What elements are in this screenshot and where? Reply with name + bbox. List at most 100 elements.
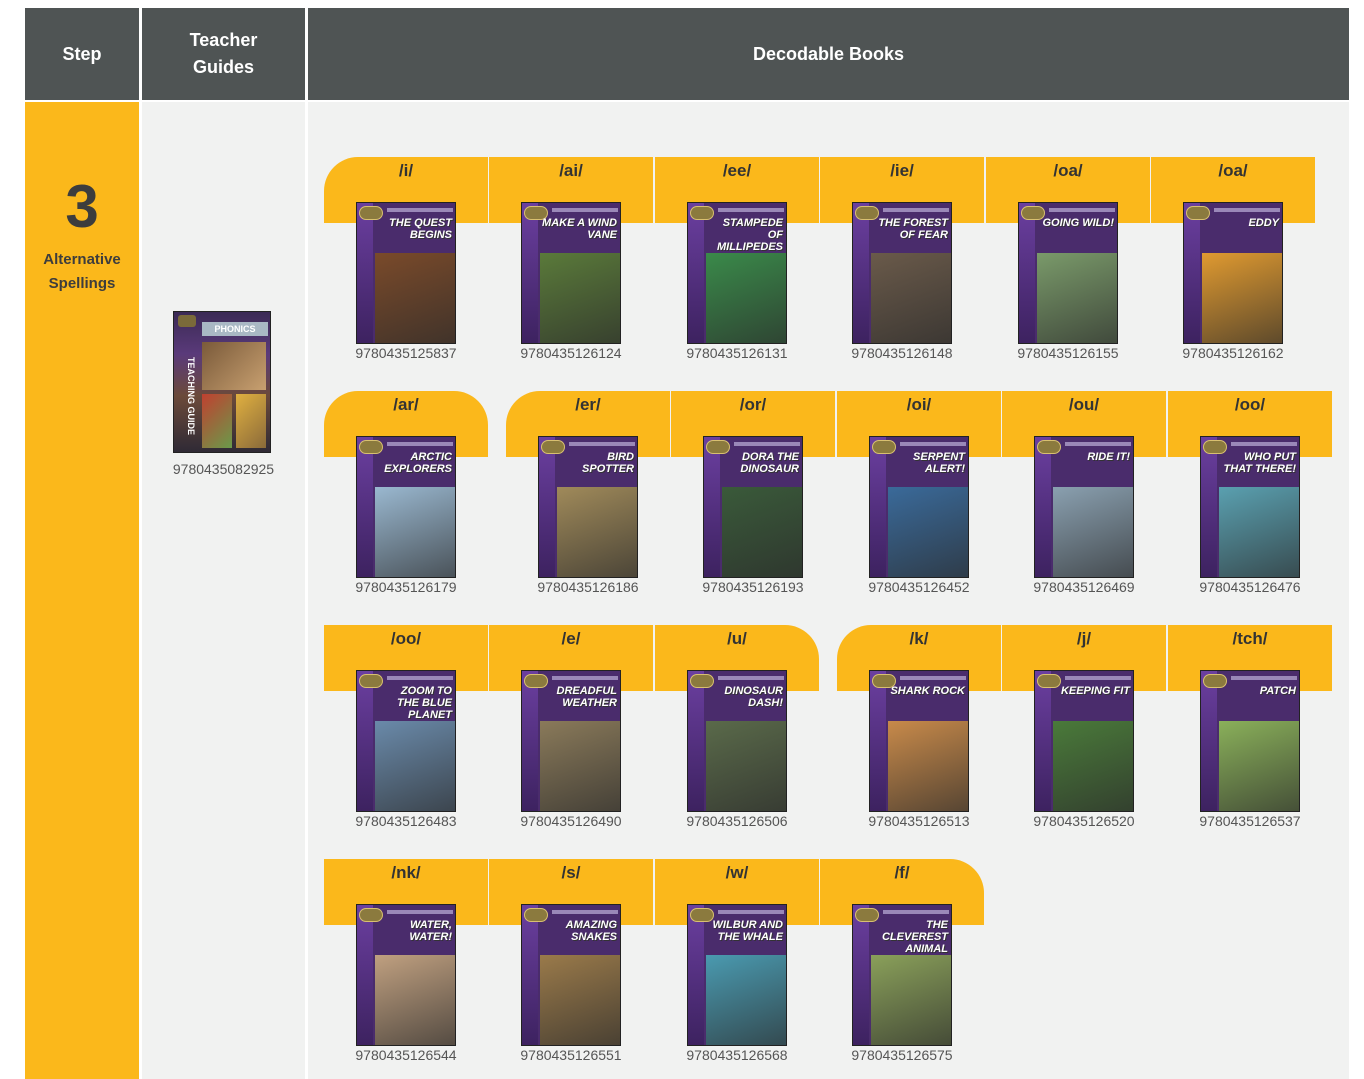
cover-stripe [357, 203, 373, 343]
step-table: Step Teacher Guides Decodable Books 3 Al… [25, 8, 1349, 1079]
cover-topbar [734, 442, 800, 446]
sound-label: /er/ [575, 395, 601, 414]
step-name-label: Alternative Spellings [43, 251, 121, 292]
header-teacher-guides: Teacher Guides [142, 8, 305, 100]
book-cover[interactable]: WILBUR AND THE WHALE [687, 904, 787, 1046]
sound-label: /u/ [727, 629, 747, 648]
book-title: THE FOREST OF FEAR [878, 217, 948, 241]
cover-topbar [569, 442, 635, 446]
sound-label: /tch/ [1232, 629, 1268, 648]
book-isbn: 9780435126575 [851, 1047, 953, 1063]
book-isbn: 9780435126193 [702, 579, 804, 595]
cover-topbar [900, 676, 966, 680]
book-isbn: 9780435126544 [355, 1047, 457, 1063]
cover-stripe [870, 437, 886, 577]
cover-art [722, 487, 802, 577]
book-cover[interactable]: DREADFUL WEATHER [521, 670, 621, 812]
cover-art [375, 253, 455, 343]
step-name: Alternative Spellings [25, 248, 139, 296]
book-isbn: 9780435126568 [686, 1047, 788, 1063]
sound-label: /i/ [398, 161, 414, 180]
series-logo [178, 315, 196, 327]
book-title: ARCTIC EXPLORERS [384, 451, 452, 475]
book-cover[interactable]: SERPENT ALERT! [869, 436, 969, 578]
decodable-books-panel: /i/THE QUEST BEGINS 9780435125837/ai/MAKE… [308, 102, 1349, 1079]
cover-art [706, 955, 786, 1045]
cover-art [557, 487, 637, 577]
cover-stripe [688, 671, 704, 811]
book-cover[interactable]: THE FOREST OF FEAR [852, 202, 952, 344]
guide-cover-side: TEACHING GUIDE [186, 356, 196, 435]
cover-art [706, 253, 786, 343]
cover-art [375, 721, 455, 811]
book-title: ZOOM TO THE BLUE PLANET [397, 685, 452, 719]
book-cover[interactable]: KEEPING FIT [1034, 670, 1134, 812]
book-title: STAMPEDE OF MILLIPEDES [716, 217, 783, 251]
cover-topbar [552, 676, 618, 680]
book-title: DINOSAUR DASH! [724, 685, 783, 709]
cover-stripe [1184, 203, 1200, 343]
book-isbn: 9780435126476 [1199, 579, 1301, 595]
step-column: 3 Alternative Spellings [25, 102, 139, 1079]
cover-topbar [1065, 676, 1131, 680]
cover-art [375, 487, 455, 577]
book-cover[interactable]: DORA THE DINOSAUR [703, 436, 803, 578]
sound-label: /ar/ [393, 395, 419, 414]
cover-art [1202, 253, 1282, 343]
sound-label: /s/ [561, 863, 581, 882]
sound-label: /oo/ [390, 629, 422, 648]
cover-art [540, 253, 620, 343]
cover-topbar [1049, 208, 1115, 212]
cover-art [888, 721, 968, 811]
book-cover[interactable]: THE CLEVEREST ANIMAL [852, 904, 952, 1046]
cover-art [706, 721, 786, 811]
sound-label: /oo/ [1234, 395, 1266, 414]
cover-stripe [704, 437, 720, 577]
book-cover[interactable]: PATCH [1200, 670, 1300, 812]
book-cover[interactable]: ARCTIC EXPLORERS [356, 436, 456, 578]
teaching-guide-cover[interactable]: PHONICS TEACHING GUIDE [173, 311, 271, 453]
cover-stripe [853, 203, 869, 343]
guide-cover-label: PHONICS [202, 322, 268, 336]
sound-label: /k/ [909, 629, 929, 648]
book-cover[interactable]: STAMPEDE OF MILLIPEDES [687, 202, 787, 344]
book-cover[interactable]: THE QUEST BEGINS [356, 202, 456, 344]
cover-topbar [552, 910, 618, 914]
book-isbn: 9780435126162 [1182, 345, 1284, 361]
book-cover[interactable]: WATER, WATER! [356, 904, 456, 1046]
book-cover[interactable]: EDDY [1183, 202, 1283, 344]
cover-stripe [1019, 203, 1035, 343]
sound-label: /ou/ [1068, 395, 1100, 414]
book-isbn: 9780435126469 [1033, 579, 1135, 595]
book-cover[interactable]: MAKE A WIND VANE [521, 202, 621, 344]
book-cover[interactable]: WHO PUT THAT THERE! [1200, 436, 1300, 578]
book-cover[interactable]: DINOSAUR DASH! [687, 670, 787, 812]
book-cover[interactable]: BIRD SPOTTER [538, 436, 638, 578]
sound-label: /ie/ [890, 161, 914, 180]
cover-stripe [1201, 437, 1217, 577]
cover-art [1053, 721, 1133, 811]
cover-stripe [357, 905, 373, 1045]
book-cover[interactable]: AMAZING SNAKES [521, 904, 621, 1046]
book-cover[interactable]: SHARK ROCK [869, 670, 969, 812]
cover-topbar [387, 910, 453, 914]
book-title: DREADFUL WEATHER [556, 685, 618, 709]
book-isbn: 9780435126537 [1199, 813, 1301, 829]
book-isbn: 9780435126551 [520, 1047, 622, 1063]
book-isbn: 9780435126155 [1017, 345, 1119, 361]
book-isbn: 9780435126452 [868, 579, 970, 595]
book-cover[interactable]: RIDE IT! [1034, 436, 1134, 578]
book-title: WHO PUT THAT THERE! [1223, 451, 1296, 475]
teacher-guide-column: PHONICS TEACHING GUIDE 9780435082925 [142, 102, 305, 1079]
guide-cover-art [202, 394, 232, 448]
book-title: SHARK ROCK [890, 685, 965, 697]
step-number: 3 [65, 173, 99, 240]
book-isbn: 9780435126506 [686, 813, 788, 829]
cover-stripe [1035, 437, 1051, 577]
book-isbn: 9780435126179 [355, 579, 457, 595]
cover-stripe [539, 437, 555, 577]
cover-stripe [853, 905, 869, 1045]
book-cover[interactable]: ZOOM TO THE BLUE PLANET [356, 670, 456, 812]
sound-label: /f/ [894, 863, 910, 882]
book-cover[interactable]: GOING WILD! [1018, 202, 1118, 344]
